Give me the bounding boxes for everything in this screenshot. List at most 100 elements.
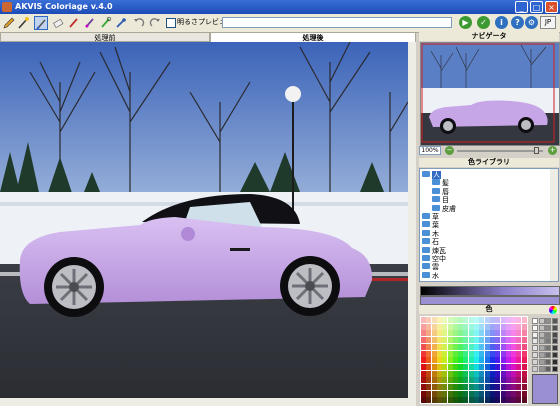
palette-cell[interactable] (474, 363, 479, 370)
palette-cell[interactable] (489, 350, 495, 357)
palette-cell[interactable] (484, 317, 490, 323)
palette-cell[interactable] (436, 377, 442, 384)
palette-cell[interactable] (511, 323, 517, 330)
undo-icon[interactable] (132, 16, 146, 30)
palette-cell[interactable] (489, 337, 495, 344)
palette-cell[interactable] (447, 363, 453, 370)
palette-cell[interactable] (426, 337, 432, 344)
palette-cell[interactable] (468, 337, 474, 344)
palette-cell[interactable] (489, 377, 495, 384)
palette-cell[interactable] (511, 390, 517, 397)
palette-cell[interactable] (511, 357, 517, 364)
palette-cell[interactable] (447, 377, 453, 384)
palette-cell[interactable] (511, 350, 517, 357)
color-palette[interactable] (420, 316, 528, 404)
palette-cell[interactable] (500, 363, 506, 370)
gray-cell[interactable] (551, 345, 558, 352)
palette-cell[interactable] (421, 350, 426, 357)
palette-cell[interactable] (500, 323, 506, 330)
palette-cell[interactable] (516, 397, 522, 404)
palette-cell[interactable] (484, 363, 490, 370)
palette-cell[interactable] (521, 370, 527, 377)
palette-cell[interactable] (442, 343, 448, 350)
palette-cell[interactable] (431, 377, 437, 384)
palette-cell[interactable] (474, 323, 479, 330)
palette-cell[interactable] (489, 323, 495, 330)
palette-cell[interactable] (468, 317, 474, 323)
palette-cell[interactable] (458, 377, 464, 384)
palette-cell[interactable] (489, 317, 495, 323)
library-item[interactable]: 水 (422, 271, 439, 281)
palette-cell[interactable] (479, 390, 485, 397)
close-button[interactable]: × (545, 1, 558, 13)
color-wheel-icon[interactable] (549, 306, 557, 314)
preview-checkbox[interactable] (166, 18, 176, 28)
palette-cell[interactable] (474, 384, 479, 390)
gray-cell[interactable] (551, 318, 558, 324)
palette-cell[interactable] (500, 370, 506, 377)
palette-cell[interactable] (474, 370, 479, 377)
gray-cell[interactable] (532, 358, 538, 365)
palette-cell[interactable] (452, 330, 458, 337)
palette-cell[interactable] (436, 350, 442, 357)
palette-cell[interactable] (500, 350, 506, 357)
gray-cell[interactable] (545, 324, 551, 331)
gray-cell[interactable] (551, 324, 558, 331)
palette-cell[interactable] (447, 390, 453, 397)
palette-cell[interactable] (463, 343, 469, 350)
gray-cell[interactable] (545, 338, 551, 345)
palette-cell[interactable] (431, 337, 437, 344)
palette-cell[interactable] (431, 317, 437, 323)
palette-cell[interactable] (484, 357, 490, 364)
palette-cell[interactable] (452, 377, 458, 384)
palette-cell[interactable] (458, 357, 464, 364)
tab-before[interactable]: 処理前 (0, 32, 210, 42)
gray-cell[interactable] (538, 358, 545, 365)
palette-cell[interactable] (495, 323, 501, 330)
palette-cell[interactable] (500, 317, 506, 323)
palette-cell[interactable] (442, 317, 448, 323)
gray-cell[interactable] (545, 365, 551, 372)
palette-cell[interactable] (442, 370, 448, 377)
palette-cell[interactable] (468, 323, 474, 330)
canvas-horizontal-scrollbar[interactable] (0, 398, 416, 406)
palette-cell[interactable] (500, 390, 506, 397)
palette-cell[interactable] (505, 397, 511, 404)
palette-cell[interactable] (495, 330, 501, 337)
palette-cell[interactable] (521, 350, 527, 357)
palette-cell[interactable] (495, 357, 501, 364)
zoom-slider-track[interactable] (457, 150, 543, 152)
palette-cell[interactable] (426, 330, 432, 337)
palette-cell[interactable] (521, 390, 527, 397)
palette-cell[interactable] (431, 323, 437, 330)
help-icon[interactable]: ? (511, 16, 524, 29)
palette-cell[interactable] (495, 343, 501, 350)
palette-cell[interactable] (500, 330, 506, 337)
palette-cell[interactable] (516, 357, 522, 364)
palette-cell[interactable] (421, 363, 426, 370)
palette-cell[interactable] (489, 384, 495, 390)
palette-cell[interactable] (431, 363, 437, 370)
palette-cell[interactable] (521, 397, 527, 404)
palette-cell[interactable] (431, 384, 437, 390)
palette-cell[interactable] (421, 397, 426, 404)
palette-cell[interactable] (458, 330, 464, 337)
palette-cell[interactable] (431, 330, 437, 337)
palette-cell[interactable] (458, 337, 464, 344)
palette-cell[interactable] (468, 397, 474, 404)
navigator-preview[interactable] (420, 42, 560, 146)
selected-color-bar[interactable] (420, 296, 560, 305)
palette-cell[interactable] (431, 343, 437, 350)
palette-cell[interactable] (458, 323, 464, 330)
palette-cell[interactable] (500, 337, 506, 344)
zoom-slider-thumb[interactable] (533, 147, 539, 154)
palette-cell[interactable] (479, 397, 485, 404)
palette-cell[interactable] (495, 337, 501, 344)
palette-cell[interactable] (479, 363, 485, 370)
palette-cell[interactable] (463, 357, 469, 364)
palette-cell[interactable] (500, 384, 506, 390)
palette-cell[interactable] (505, 330, 511, 337)
palette-cell[interactable] (511, 330, 517, 337)
palette-cell[interactable] (442, 330, 448, 337)
palette-cell[interactable] (442, 350, 448, 357)
